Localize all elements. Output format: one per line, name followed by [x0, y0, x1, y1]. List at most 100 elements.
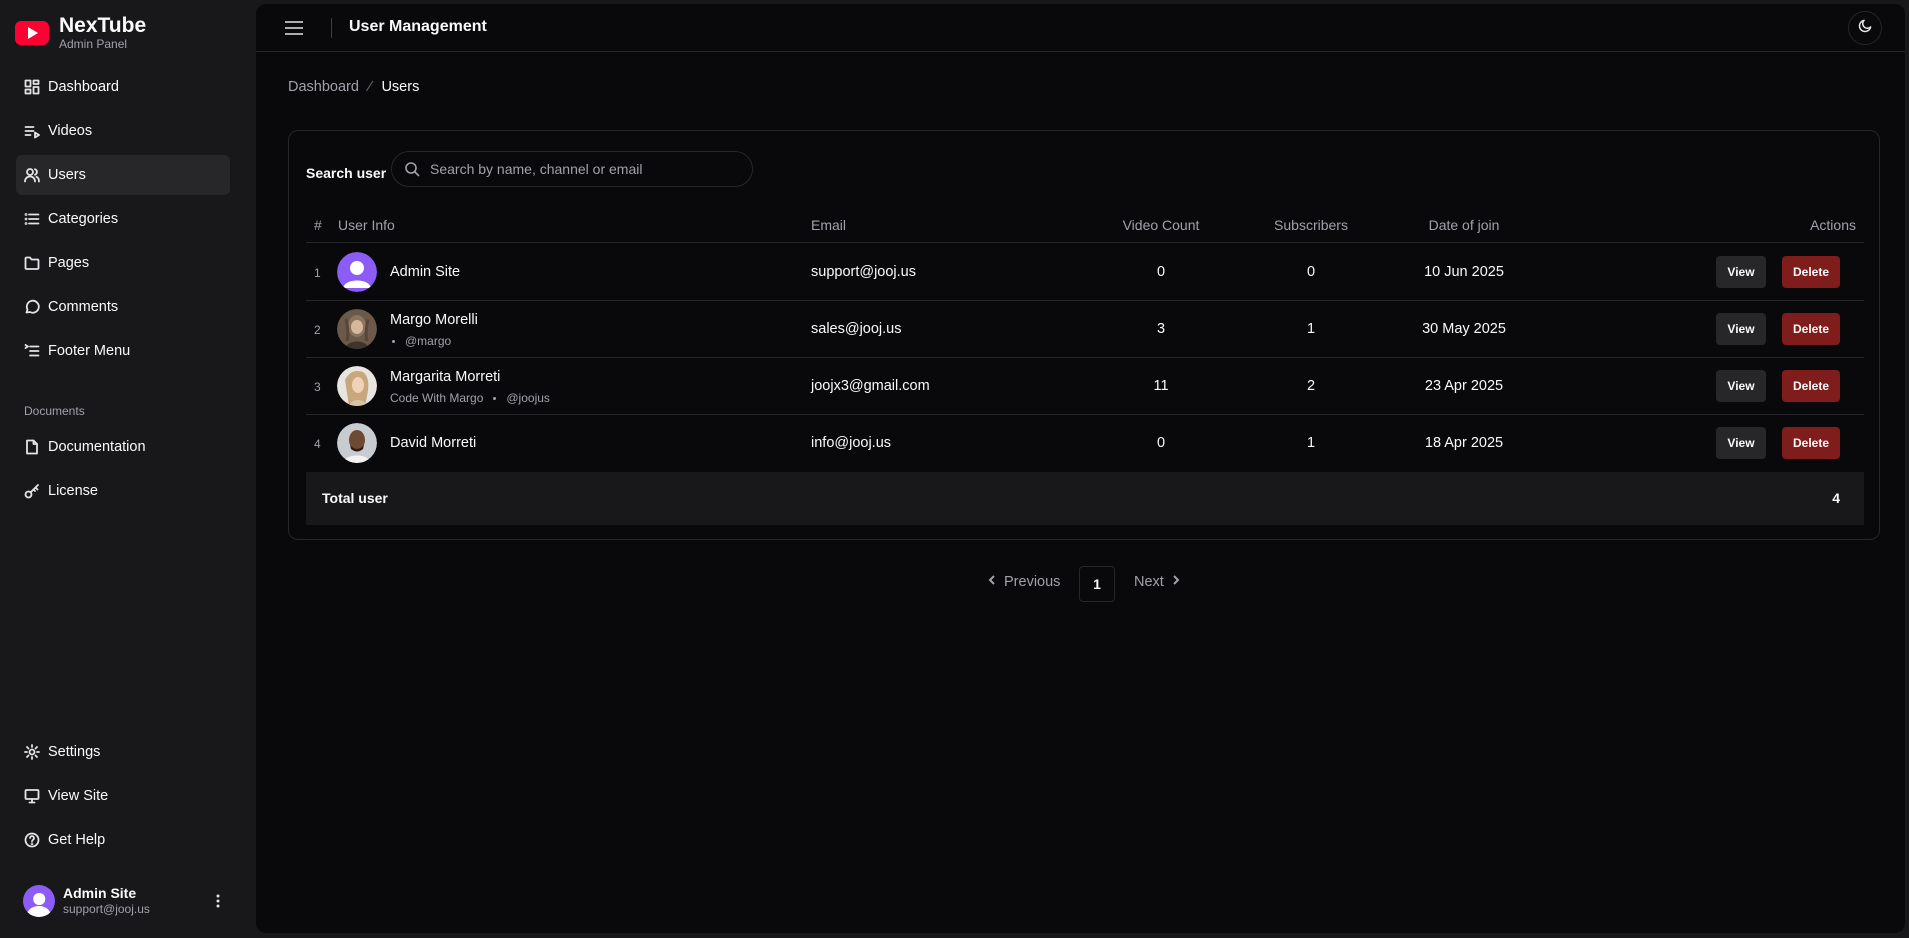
row-number: 2	[314, 323, 321, 337]
hamburger-menu-icon[interactable]	[284, 18, 304, 38]
row-number: 3	[314, 380, 321, 394]
breadcrumb-separator: ⁄	[368, 78, 372, 95]
row-number: 1	[314, 266, 321, 280]
video-count: 3	[1156, 321, 1166, 337]
sidebar-item-get-help[interactable]: Get Help	[16, 820, 230, 860]
video-count: 0	[1156, 264, 1166, 280]
subscriber-count: 2	[1306, 378, 1316, 394]
user-name: Margarita Morreti	[390, 369, 501, 385]
user-meta: Code With Margo @joojus	[390, 391, 550, 405]
subscriber-count: 1	[1306, 321, 1316, 337]
search-input[interactable]	[430, 161, 730, 177]
sidebar-item-categories[interactable]: Categories	[16, 199, 230, 239]
sidebar-item-pages[interactable]: Pages	[16, 243, 230, 283]
sidebar-item-comments[interactable]: Comments	[16, 287, 230, 327]
list-icon	[24, 211, 40, 227]
view-button[interactable]: View	[1716, 370, 1766, 402]
sidebar-item-videos[interactable]: Videos	[16, 111, 230, 151]
sidebar: NexTube Admin Panel Dashboard Videos Use…	[0, 0, 256, 938]
sidebar-item-label: Settings	[48, 744, 101, 760]
col-num: #	[314, 217, 322, 233]
delete-button[interactable]: Delete	[1782, 256, 1840, 288]
sidebar-item-label: Users	[48, 167, 86, 183]
sidebar-item-users[interactable]: Users	[16, 155, 230, 195]
current-user-name: Admin Site	[63, 885, 137, 901]
sidebar-item-label: Videos	[48, 123, 93, 139]
user-email: sales@jooj.us	[811, 321, 902, 337]
play-logo-icon	[15, 16, 49, 50]
view-button[interactable]: View	[1716, 427, 1766, 459]
join-date: 30 May 2025	[1422, 321, 1506, 337]
join-date: 10 Jun 2025	[1424, 264, 1504, 280]
chevron-left-icon	[986, 574, 998, 590]
users-icon	[24, 167, 40, 183]
col-email: Email	[811, 217, 847, 233]
sidebar-item-view-site[interactable]: View Site	[16, 776, 230, 816]
sidebar-item-footer-menu[interactable]: Footer Menu	[16, 331, 230, 371]
brand-subtitle: Admin Panel	[59, 37, 128, 51]
sidebar-item-license[interactable]: License	[16, 471, 230, 511]
avatar	[337, 366, 377, 406]
row-number: 4	[314, 437, 321, 451]
current-user-email: support@jooj.us	[63, 902, 150, 916]
avatar	[337, 309, 377, 349]
next-page-button[interactable]: Next	[1134, 574, 1182, 590]
page-1-button[interactable]: 1	[1079, 566, 1115, 602]
table-row: 2 Margo Morelli @margo sales@jooj.us 3 1…	[306, 301, 1864, 358]
sidebar-item-settings[interactable]: Settings	[16, 732, 230, 772]
table-header: # User Info Email Video Count Subscriber…	[306, 207, 1864, 243]
delete-button[interactable]: Delete	[1782, 370, 1840, 402]
user-name: David Morreti	[390, 435, 477, 451]
file-icon	[24, 439, 40, 455]
view-button[interactable]: View	[1716, 313, 1766, 345]
breadcrumb-current: Users	[381, 78, 420, 95]
search-label: Search user	[306, 165, 387, 181]
user-name: Margo Morelli	[390, 312, 478, 328]
view-button[interactable]: View	[1716, 256, 1766, 288]
sidebar-item-label: Categories	[48, 211, 119, 227]
user-name: Admin Site	[390, 264, 461, 280]
join-date: 23 Apr 2025	[1424, 378, 1504, 394]
video-count: 0	[1156, 435, 1166, 451]
subscriber-count: 1	[1306, 435, 1316, 451]
delete-button[interactable]: Delete	[1782, 427, 1840, 459]
current-user-card[interactable]: Admin Site support@jooj.us	[16, 878, 234, 924]
more-vertical-icon[interactable]	[208, 891, 228, 911]
sidebar-item-label: Footer Menu	[48, 343, 131, 359]
subscriber-count: 0	[1306, 264, 1316, 280]
user-email: support@jooj.us	[811, 264, 916, 280]
user-email: joojx3@gmail.com	[811, 378, 930, 394]
sidebar-item-label: Get Help	[48, 832, 106, 848]
join-date: 18 Apr 2025	[1424, 435, 1504, 451]
table-row: 4 David Morreti info@jooj.us 0 1 18 Apr …	[306, 415, 1864, 472]
sidebar-item-documentation[interactable]: Documentation	[16, 427, 230, 467]
delete-button[interactable]: Delete	[1782, 313, 1840, 345]
total-value: 4	[1832, 490, 1840, 506]
breadcrumb-dashboard[interactable]: Dashboard	[288, 79, 359, 95]
previous-page-button[interactable]: Previous	[986, 574, 1060, 590]
divider	[331, 18, 332, 38]
separator-dot	[392, 339, 395, 343]
sidebar-item-label: Pages	[48, 255, 90, 271]
avatar	[337, 252, 377, 292]
help-icon	[24, 832, 40, 848]
theme-toggle-button[interactable]	[1848, 11, 1882, 45]
col-user-info: User Info	[338, 217, 395, 233]
avatar	[337, 423, 377, 463]
previous-label: Previous	[1004, 574, 1061, 590]
table-row: 1 Admin Site support@jooj.us 0 0 10 Jun …	[306, 244, 1864, 301]
user-handle: @joojus	[506, 391, 550, 405]
user-email: info@jooj.us	[811, 435, 892, 451]
search-box[interactable]	[391, 151, 753, 187]
monitor-icon	[24, 788, 40, 804]
table-row: 3 Margarita Morreti Code With Margo @joo…	[306, 358, 1864, 415]
sidebar-item-dashboard[interactable]: Dashboard	[16, 67, 230, 107]
topbar: User Management	[256, 4, 1905, 52]
user-meta: @margo	[390, 334, 451, 348]
next-label: Next	[1134, 574, 1164, 590]
video-list-icon	[24, 123, 40, 139]
users-card: Search user # User Info Email Video Coun…	[288, 130, 1880, 540]
video-count: 11	[1153, 378, 1169, 394]
brand[interactable]: NexTube Admin Panel	[15, 14, 146, 51]
key-icon	[24, 483, 40, 499]
